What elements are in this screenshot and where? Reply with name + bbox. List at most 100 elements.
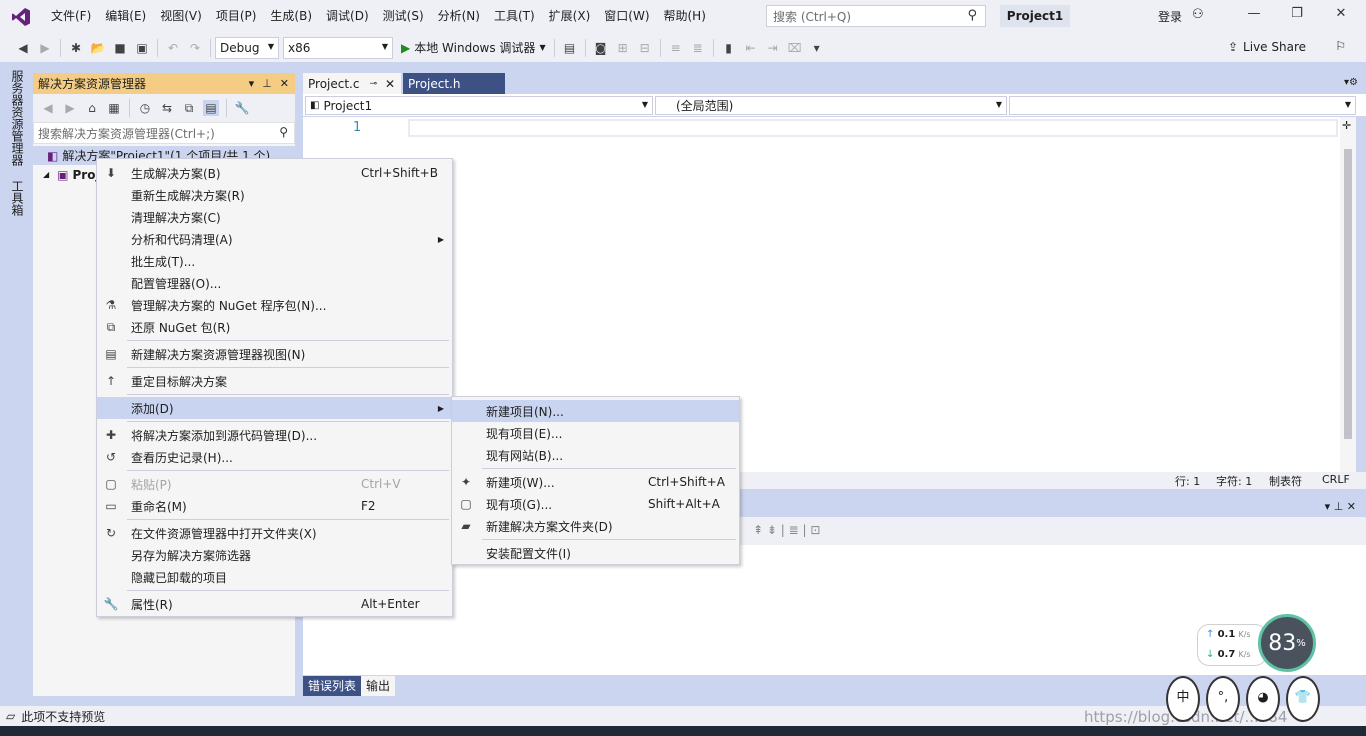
menu-item[interactable]: 测试(S) (376, 0, 431, 33)
context-menu-item[interactable]: 配置管理器(O)... (97, 272, 452, 294)
context-menu-item[interactable]: 隐藏已卸载的项目 (97, 566, 452, 588)
show-all-files-icon[interactable]: ▤ (203, 100, 219, 116)
save-icon[interactable]: ■ (112, 40, 128, 56)
nav-scope-select[interactable]: (全局范围) ▼ (655, 96, 1007, 115)
output-toolbar-icons[interactable]: ⇞ ⇟ | ≣ | ⊡ (753, 523, 820, 537)
camera-icon[interactable]: ◙ (593, 40, 609, 56)
context-menu-item[interactable]: 重新生成解决方案(R) (97, 184, 452, 206)
pin-icon[interactable]: ⊥ (262, 77, 272, 90)
next-bookmark-icon[interactable]: ⇥ (765, 40, 781, 56)
menu-item[interactable]: 帮助(H) (657, 0, 713, 33)
editor-vertical-scrollbar[interactable]: ✛ (1340, 117, 1356, 472)
attach-icon[interactable]: ▤ (562, 40, 578, 56)
login-link[interactable]: 登录 (1158, 8, 1182, 25)
visual-studio-logo-icon[interactable] (10, 6, 32, 28)
eol-indicator[interactable]: CRLF (1322, 473, 1350, 486)
pending-changes-icon[interactable]: ◷ (137, 100, 153, 116)
back-icon[interactable]: ◀ (15, 40, 31, 56)
close-panel-icon[interactable]: ✕ (280, 77, 289, 90)
context-menu-item[interactable]: 安装配置文件(I) (452, 542, 739, 564)
tab-output[interactable]: 输出 (361, 676, 396, 696)
close-icon[interactable]: ✕ (1330, 6, 1352, 26)
context-menu-item[interactable]: 添加(D) ▶ (97, 397, 452, 419)
menu-item[interactable]: 分析(N) (431, 0, 487, 33)
tab-project-c[interactable]: Project.c ⊸ ✕ (303, 73, 401, 94)
tab-project-h[interactable]: Project.h (403, 73, 505, 94)
save-all-icon[interactable]: ▣ (134, 40, 150, 56)
switch-views-icon[interactable]: ▦ (106, 100, 122, 116)
close-tab-icon[interactable]: ✕ (385, 77, 395, 91)
feedback-icon[interactable]: ⚐ (1335, 39, 1346, 53)
collapse-all-icon[interactable]: ⧉ (181, 100, 197, 116)
undo-icon[interactable]: ↶ (165, 40, 181, 56)
align2-icon[interactable]: ⊟ (637, 40, 653, 56)
context-menu-item[interactable]: ▭ 重命名(M) F2 (97, 495, 452, 517)
dropdown-icon[interactable]: ▾ (249, 77, 255, 90)
nav-member-select[interactable]: ▼ (1009, 96, 1356, 115)
scrollbar-thumb[interactable] (1344, 149, 1352, 439)
uncomment-icon[interactable]: ≣ (690, 40, 706, 56)
context-menu-item[interactable]: ▤ 新建解决方案资源管理器视图(N) (97, 343, 452, 365)
pin-icon[interactable]: ⊸ (369, 79, 377, 89)
context-menu-item[interactable]: 🔧 属性(R) Alt+Enter (97, 593, 452, 615)
menu-item[interactable]: 文件(F) (44, 0, 98, 33)
new-project-icon[interactable]: ✱ (68, 40, 84, 56)
search-input[interactable]: 搜索 (Ctrl+Q) ⚲ (766, 5, 986, 27)
menu-item[interactable]: 扩展(X) (542, 0, 598, 33)
menu-item[interactable]: 工具(T) (487, 0, 542, 33)
toolbox-tab[interactable]: 工具箱 (9, 180, 26, 216)
restore-icon[interactable]: ❐ (1286, 6, 1308, 26)
split-icon[interactable]: ✛ (1342, 119, 1351, 132)
memory-gauge[interactable]: 83% (1258, 614, 1316, 672)
run-debugger-button[interactable]: ▶ 本地 Windows 调试器 ▼ (401, 39, 546, 56)
context-menu-item[interactable]: ↻ 在文件资源管理器中打开文件夹(X) (97, 522, 452, 544)
tab-overflow-icon[interactable]: ▾⚙ (1344, 77, 1358, 88)
comment-icon[interactable]: ≡ (668, 40, 684, 56)
live-share-button[interactable]: ⇪ Live Share (1228, 40, 1306, 54)
context-menu-item[interactable]: 分析和代码清理(A) ▶ (97, 228, 452, 250)
nav-project-select[interactable]: ◧ Project1 ▼ (305, 96, 653, 115)
server-explorer-tab[interactable]: 服务器资源管理器 (9, 70, 26, 166)
context-menu-item[interactable]: ⚗ 管理解决方案的 NuGet 程序包(N)... (97, 294, 452, 316)
context-menu-item[interactable]: ✦ 新建项(W)... Ctrl+Shift+A (452, 471, 739, 493)
menu-item[interactable]: 调试(D) (319, 0, 376, 33)
context-menu-item[interactable]: 新建项目(N)... (452, 400, 739, 422)
context-menu-item[interactable]: ↑ 重定目标解决方案 (97, 370, 452, 392)
home-icon[interactable]: ⌂ (84, 100, 100, 116)
menu-item[interactable]: 项目(P) (209, 0, 264, 33)
open-file-icon[interactable]: 📂 (90, 40, 106, 56)
context-menu-item[interactable]: ⧉ 还原 NuGet 包(R) (97, 316, 452, 338)
redo-icon[interactable]: ↷ (187, 40, 203, 56)
panel-controls-icon[interactable]: ▾ ⊥ ✕ (1325, 500, 1356, 513)
align-icon[interactable]: ⊞ (615, 40, 631, 56)
context-menu-item[interactable]: 现有网站(B)... (452, 444, 739, 466)
context-menu-item[interactable]: 批生成(T)... (97, 250, 452, 272)
context-menu-item[interactable]: ▰ 新建解决方案文件夹(D) (452, 515, 739, 537)
user-icon[interactable]: ⚇ (1192, 7, 1204, 22)
forward-icon[interactable]: ▶ (62, 100, 78, 116)
bookmark-icon[interactable]: ▮ (721, 40, 737, 56)
solution-search-input[interactable]: 搜索解决方案资源管理器(Ctrl+;) ⚲ (33, 122, 295, 144)
menu-item[interactable]: 视图(V) (153, 0, 209, 33)
sync-icon[interactable]: ⇆ (159, 100, 175, 116)
back-icon[interactable]: ◀ (40, 100, 56, 116)
menu-item[interactable]: 生成(B) (263, 0, 319, 33)
tab-indicator[interactable]: 制表符 (1269, 473, 1302, 489)
context-menu-item[interactable]: ▢ 现有项(G)... Shift+Alt+A (452, 493, 739, 515)
forward-icon[interactable]: ▶ (37, 40, 53, 56)
platform-select[interactable]: x86 ▼ (283, 36, 393, 59)
clear-bookmark-icon[interactable]: ⌧ (787, 40, 803, 56)
minimize-icon[interactable]: — (1243, 6, 1265, 26)
prev-bookmark-icon[interactable]: ⇤ (743, 40, 759, 56)
context-menu-item[interactable]: 现有项目(E)... (452, 422, 739, 444)
context-menu-item[interactable]: ⬇ 生成解决方案(B) Ctrl+Shift+B (97, 162, 452, 184)
menu-item[interactable]: 窗口(W) (597, 0, 656, 33)
overflow-icon[interactable]: ▾ (809, 40, 825, 56)
context-menu-item[interactable]: ✚ 将解决方案添加到源代码管理(D)... (97, 424, 452, 446)
properties-icon[interactable]: 🔧 (234, 100, 250, 116)
context-menu-item[interactable]: 另存为解决方案筛选器 (97, 544, 452, 566)
tab-error-list[interactable]: 错误列表 (303, 676, 362, 696)
context-menu-item[interactable]: 清理解决方案(C) (97, 206, 452, 228)
context-menu-item[interactable]: ↺ 查看历史记录(H)... (97, 446, 452, 468)
menu-item[interactable]: 编辑(E) (98, 0, 153, 33)
